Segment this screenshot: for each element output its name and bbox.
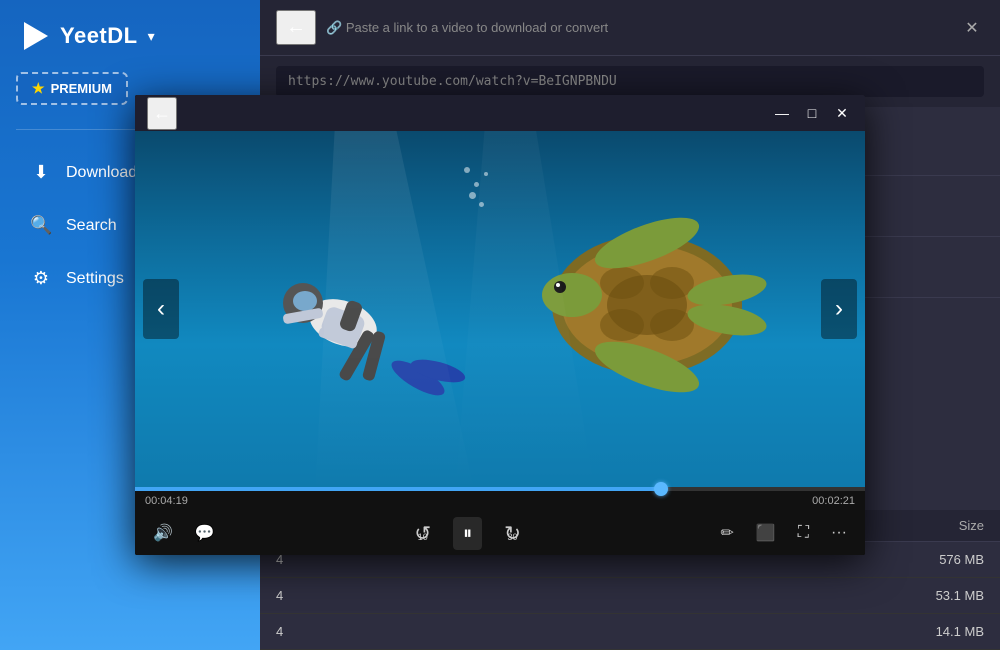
close-button[interactable]: ✕ [831,102,853,124]
subtitles-button[interactable]: 💬 [191,519,219,547]
maximize-button[interactable]: □ [801,102,823,124]
video-player-modal[interactable]: ← — □ ✕ [135,95,865,555]
logo-triangle [24,22,48,50]
volume-icon: 🔊 [153,523,173,543]
download-icon: ⬇ [30,162,52,183]
url-hint: 🔗 Paste a link to a video to download or… [326,20,950,36]
more-options-button[interactable]: ··· [827,520,851,546]
rewind-button[interactable]: ↺ 10 [410,517,435,550]
premium-label: PREMIUM [51,81,112,96]
diver-image [193,223,473,423]
format-size: 53.1 MB [904,588,984,603]
video-modal-overlay: ← — □ ✕ [0,0,1000,650]
turtle-image [472,195,792,425]
url-hint-text: Paste a link to a video to download or c… [346,20,608,35]
format-row[interactable]: 4 53.1 MB [260,578,1000,614]
controls-right: ✏ ⬛ ⛶ ··· [716,519,851,547]
subtitles-icon: 💬 [195,523,215,543]
more-icon: ··· [831,524,847,542]
pen-button[interactable]: ✏ [716,519,737,547]
link-icon: 🔗 [326,20,342,35]
sidebar-header: YeetDL ▾ [0,0,260,72]
minimize-button[interactable]: — [771,102,793,124]
format-row[interactable]: 4 14.1 MB [260,614,1000,650]
logo-icon [16,18,52,54]
sidebar-label-download: Download [66,164,137,182]
volume-button[interactable]: 🔊 [149,519,177,547]
time-remaining: 00:02:21 [812,495,855,507]
fastforward-label: 30 [508,532,518,542]
next-arrow[interactable]: › [821,279,857,339]
format-size: 576 MB [904,552,984,567]
progress-filled [135,487,661,491]
bubble [474,182,479,187]
play-pause-icon: ⏸ [463,523,472,544]
rewind-label: 10 [418,532,428,542]
star-icon: ★ [32,80,45,97]
bubble [484,172,488,176]
prev-arrow[interactable]: ‹ [143,279,179,339]
sidebar-label-settings: Settings [66,270,124,288]
time-row: 00:04:19 00:02:21 [135,491,865,511]
format-info: 4 [276,624,904,639]
bubble [464,167,470,173]
modal-back-button[interactable]: ← [147,97,177,130]
fastforward-button[interactable]: ↻ 30 [500,517,525,550]
premium-badge[interactable]: ★ PREMIUM [16,72,128,105]
fullscreen-button[interactable]: ⛶ [794,520,813,546]
fullscreen-icon: ⛶ [798,524,809,542]
url-input[interactable]: https://www.youtube.com/watch?v=BeIGNPBN… [276,66,984,97]
controls-left: 🔊 💬 [149,519,219,547]
format-info: 4 [276,588,904,603]
main-topbar: ← 🔗 Paste a link to a video to download … [260,0,1000,56]
pen-icon: ✏ [720,523,733,543]
modal-titlebar: ← — □ ✕ [135,95,865,131]
app-container: YeetDL ▾ ★ PREMIUM ⬇ Download 🔍 Search ⚙… [0,0,1000,650]
video-area[interactable]: ‹ › [135,131,865,487]
app-name: YeetDL [60,23,138,49]
video-progress-bar[interactable] [135,487,865,491]
close-main-button[interactable]: ✕ [960,16,984,40]
time-current: 00:04:19 [145,495,188,507]
dropdown-arrow-icon[interactable]: ▾ [148,28,155,45]
video-frame [135,131,865,487]
aspect-ratio-button[interactable]: ⬛ [752,519,780,547]
play-pause-button[interactable]: ⏸ [453,517,482,550]
format-size: 14.1 MB [904,624,984,639]
controls-center: ↺ 10 ⏸ ↻ 30 [410,517,525,550]
search-icon: 🔍 [30,215,52,236]
modal-window-controls: — □ ✕ [771,102,853,124]
progress-thumb [654,482,668,496]
settings-icon: ⚙ [30,268,52,289]
aspect-icon: ⬛ [756,523,776,543]
size-column-header: Size [904,518,984,533]
controls-bar: 🔊 💬 ↺ 10 ⏸ ↻ 30 [135,511,865,555]
sidebar-label-search: Search [66,217,117,235]
back-button[interactable]: ← [276,10,316,45]
